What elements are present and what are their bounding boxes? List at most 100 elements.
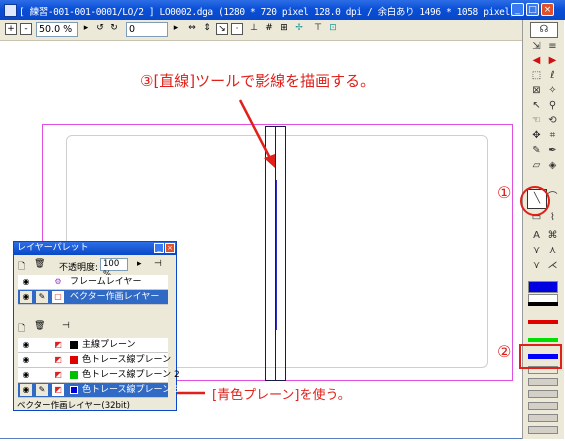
- tool-selector-icon[interactable]: ☊: [530, 22, 558, 38]
- plane-icon: ◩: [54, 370, 62, 379]
- rotate-view-icon[interactable]: ⟲: [546, 114, 559, 127]
- plane-label: 色トレース線プレーン 3: [82, 385, 180, 395]
- frame-layer-icon: ⚙: [54, 277, 62, 286]
- annotation-step1: ①: [497, 183, 512, 202]
- layer-row-frame[interactable]: ◉ ⚙ フレームレイヤー: [18, 275, 168, 290]
- visibility-eye-icon[interactable]: ◉: [20, 276, 32, 288]
- layer-label: フレームレイヤー: [70, 277, 142, 287]
- new-plane-icon[interactable]: 🗋: [18, 321, 25, 337]
- line-width-icon[interactable]: ⋎: [530, 244, 543, 257]
- plane-label: 色トレース線プレーン 2: [82, 370, 180, 380]
- layer-palette-minimize[interactable]: _: [154, 243, 164, 253]
- frame-icon[interactable]: ⊡: [327, 23, 339, 35]
- plane-row-green[interactable]: ◉ ◩ 色トレース線プレーン 2: [18, 368, 180, 383]
- highlight-blue-swatch: [519, 344, 562, 369]
- black-color-band[interactable]: [528, 302, 558, 306]
- visibility-eye-icon[interactable]: ◉: [20, 339, 32, 351]
- ruler-icon[interactable]: ⊥: [248, 23, 260, 35]
- visibility-eye-icon[interactable]: ◉: [20, 384, 32, 396]
- empty-swatch-4[interactable]: [528, 402, 558, 410]
- empty-swatch-2[interactable]: [528, 378, 558, 386]
- fit-window-icon[interactable]: ↘: [216, 23, 228, 35]
- snap-icon[interactable]: ✢: [293, 23, 305, 35]
- rotation-dropdown-icon[interactable]: ▸: [170, 23, 182, 35]
- new-layer-icon[interactable]: 🗋: [18, 259, 25, 275]
- rotation-field[interactable]: 0: [126, 22, 168, 37]
- zoom-dropdown-icon[interactable]: ▸: [80, 23, 92, 35]
- prev-page-icon[interactable]: ◀: [530, 54, 543, 67]
- annotation-use-blue-plane: [青色プレーン]を使う。: [212, 388, 351, 403]
- select-pen-icon[interactable]: ⊠: [530, 84, 543, 97]
- grid-icon[interactable]: #: [263, 23, 275, 35]
- plane-row-red[interactable]: ◉ ◩ 色トレース線プレーン: [18, 353, 172, 368]
- guide-icon[interactable]: ⊤: [312, 23, 324, 35]
- visibility-eye-icon[interactable]: ◉: [20, 369, 32, 381]
- zoom-in-button[interactable]: +: [5, 23, 17, 35]
- layer-move-icon[interactable]: ⇲: [530, 40, 543, 53]
- flip-vertical-icon[interactable]: ⇕: [201, 23, 213, 35]
- layer-tool-icon[interactable]: ≡: [546, 40, 559, 53]
- edit-toggle[interactable]: [36, 276, 48, 288]
- plane-properties-icon[interactable]: ⊣: [62, 321, 70, 331]
- edit-pencil-icon[interactable]: ✎: [36, 291, 48, 303]
- grid-setting-icon[interactable]: ⊞: [278, 23, 290, 35]
- move-tool-icon[interactable]: ✥: [530, 129, 543, 142]
- annotation-step2: ②: [497, 342, 512, 361]
- layer-palette-title[interactable]: レイヤーパレット: [14, 242, 176, 255]
- vector-edit-icon[interactable]: ⌘: [546, 229, 559, 242]
- delete-plane-icon[interactable]: 🗑: [34, 321, 45, 331]
- opacity-dropdown-icon[interactable]: ▸: [137, 259, 142, 269]
- maximize-button[interactable]: □: [526, 3, 539, 16]
- current-color-swatch[interactable]: [528, 281, 558, 293]
- actual-size-icon[interactable]: ·: [231, 23, 243, 35]
- plane-label: 色トレース線プレーン: [82, 355, 172, 365]
- green-color-band[interactable]: [528, 338, 558, 342]
- next-page-icon[interactable]: ▶: [546, 54, 559, 67]
- visibility-eye-icon[interactable]: ◉: [20, 291, 32, 303]
- blue-shadow-line: [276, 180, 277, 330]
- auto-select-icon[interactable]: ✧: [546, 84, 559, 97]
- polyline-tool-icon[interactable]: ⌇: [546, 211, 559, 224]
- pen-tool-icon[interactable]: ✒: [546, 144, 559, 157]
- layer-palette-close[interactable]: ×: [165, 243, 175, 253]
- empty-swatch-3[interactable]: [528, 390, 558, 398]
- line-smooth-icon[interactable]: ⋌: [546, 259, 559, 272]
- visibility-eye-icon[interactable]: ◉: [20, 354, 32, 366]
- plane-color-swatch: [70, 341, 78, 349]
- plane-color-swatch: [70, 371, 78, 379]
- plane-color-swatch: [70, 386, 78, 394]
- delete-layer-icon[interactable]: 🗑: [34, 259, 45, 269]
- layer-properties-icon[interactable]: ⊣: [154, 259, 162, 269]
- lasso-select-icon[interactable]: ℓ: [546, 69, 559, 82]
- minimize-button[interactable]: _: [511, 3, 524, 16]
- plane-row-main[interactable]: ◉ ◩ 主線プレーン: [18, 338, 168, 353]
- close-button[interactable]: ×: [541, 3, 554, 16]
- transform-tool-icon[interactable]: ⌗: [546, 129, 559, 142]
- plane-row-blue[interactable]: ◉ ✎ ◩ 色トレース線プレーン 3: [18, 383, 180, 398]
- empty-swatch-5[interactable]: [528, 414, 558, 422]
- layer-label: ベクター作画レイヤー: [70, 292, 160, 302]
- flip-horizontal-icon[interactable]: ⇔: [186, 23, 198, 35]
- opacity-field[interactable]: 100 %: [100, 258, 128, 280]
- empty-swatch-6[interactable]: [528, 426, 558, 434]
- plane-color-swatch: [70, 356, 78, 364]
- eyedropper-icon[interactable]: ✎: [530, 144, 543, 157]
- eraser-tool-icon[interactable]: ▱: [530, 159, 543, 172]
- zoom-out-button[interactable]: -: [20, 23, 32, 35]
- rotate-right-icon[interactable]: ↻: [108, 23, 120, 35]
- layer-row-vector[interactable]: ◉ ✎ ▢ ベクター作画レイヤー: [18, 290, 168, 305]
- plane-icon: ◩: [54, 355, 62, 364]
- text-tool-icon[interactable]: A: [530, 229, 543, 242]
- rect-select-icon[interactable]: ⬚: [530, 69, 543, 82]
- hand-tool-icon[interactable]: ☜: [530, 114, 543, 127]
- title-bar[interactable]: [ 練習-001-001-0001/LO/2 ] LO0002.dga (128…: [0, 0, 565, 20]
- fill-tool-icon[interactable]: ◈: [546, 159, 559, 172]
- line-cut-icon[interactable]: ⋎: [530, 259, 543, 272]
- rotate-left-icon[interactable]: ↺: [94, 23, 106, 35]
- edit-pencil-icon[interactable]: ✎: [36, 384, 48, 396]
- zoom-tool-icon[interactable]: ⚲: [546, 99, 559, 112]
- zoom-field[interactable]: 50.0 %: [36, 22, 78, 37]
- red-color-band[interactable]: [528, 320, 558, 324]
- line-join-icon[interactable]: ⋏: [546, 244, 559, 257]
- object-select-icon[interactable]: ↖: [530, 99, 543, 112]
